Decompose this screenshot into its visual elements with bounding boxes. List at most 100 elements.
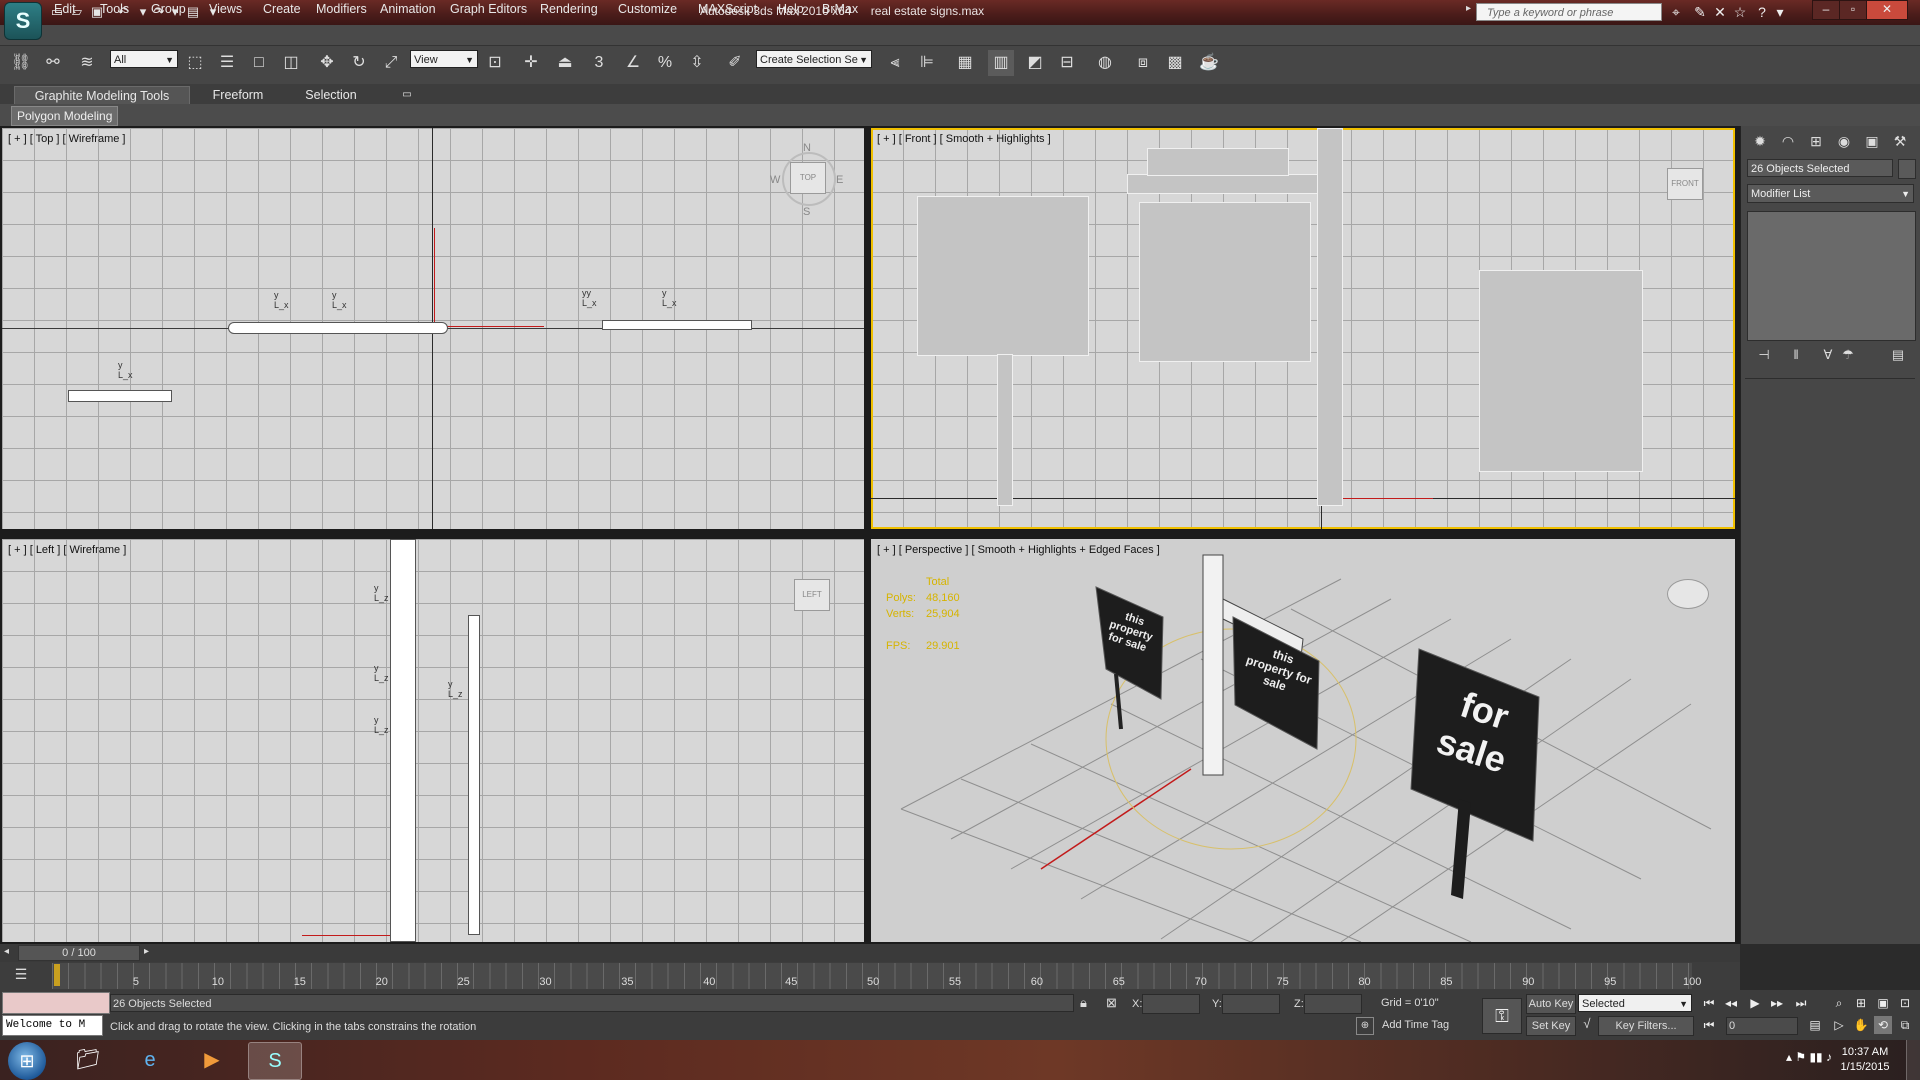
viewport-top-label[interactable]: [ + ] [ Top ] [ Wireframe ] <box>8 133 125 145</box>
rendered-frame-window-icon[interactable]: ▩ <box>1162 50 1188 76</box>
tab-selection[interactable]: Selection <box>296 86 366 104</box>
viewport-left[interactable]: [ + ] [ Left ] [ Wireframe ] y L_z y L_z y… <box>2 539 864 942</box>
viewcube[interactable]: LEFT <box>794 579 830 611</box>
maximize-viewport-icon[interactable]: ⧉ <box>1896 1016 1914 1034</box>
unlink-selection-icon[interactable]: ⚯ <box>40 50 66 76</box>
motion-tab-icon[interactable]: ◉ <box>1831 130 1857 152</box>
maxscript-mini-listener[interactable] <box>2 992 110 1014</box>
align-icon[interactable]: ⊫ <box>914 50 940 76</box>
select-by-name-icon[interactable]: ☰ <box>214 50 240 76</box>
taskbar-clock[interactable]: 10:37 AM 1/15/2015 <box>1830 1045 1900 1075</box>
go-to-end-icon[interactable]: ⏭ <box>1792 994 1810 1012</box>
select-object-icon[interactable]: ⬚ <box>182 50 208 76</box>
ribbon-options-icon[interactable]: ▭ <box>398 86 416 104</box>
show-desktop-button[interactable] <box>1906 1040 1920 1080</box>
current-frame-input[interactable]: 0 <box>1726 1017 1798 1035</box>
object-name-field[interactable]: 26 Objects Selected <box>1747 159 1893 177</box>
modifier-list-dropdown[interactable]: Modifier List ▼ <box>1747 184 1914 203</box>
select-and-manipulate-icon[interactable]: ✛ <box>518 50 544 76</box>
create-tab-icon[interactable]: ✹ <box>1747 130 1773 152</box>
z-coordinate-input[interactable] <box>1304 994 1362 1014</box>
pan-view-icon[interactable]: ✋ <box>1852 1016 1870 1034</box>
communication-icon[interactable]: ✕ <box>1710 3 1730 21</box>
app-logo-button[interactable]: S <box>4 2 42 40</box>
angle-snap-icon[interactable]: ∠ <box>620 50 646 76</box>
display-tab-icon[interactable]: ▣ <box>1859 130 1885 152</box>
minimize-button[interactable]: – <box>1812 0 1840 20</box>
graphite-toggle-icon[interactable]: ▥ <box>988 50 1014 76</box>
viewport-perspective[interactable]: [ + ] [ Perspective ] [ Smooth + Highlig… <box>871 539 1735 942</box>
edit-named-selection-icon[interactable]: ✐ <box>722 50 748 76</box>
render-setup-icon[interactable]: ⧈ <box>1130 50 1156 76</box>
subscription-icon[interactable]: ✎ <box>1690 3 1710 21</box>
bind-to-space-warp-icon[interactable]: ≋ <box>74 50 100 76</box>
set-key-button[interactable]: Set Key <box>1526 1016 1576 1036</box>
menu-graph-editors[interactable]: Graph Editors <box>450 2 527 16</box>
field-of-view-icon[interactable]: ▷ <box>1830 1016 1848 1034</box>
binoculars-icon[interactable]: ⌖ <box>1666 3 1686 21</box>
default-in-out-tangents-icon[interactable]: √ <box>1578 1016 1596 1034</box>
selection-filter-dropdown[interactable]: All ▼ <box>110 50 178 68</box>
internet-explorer-icon[interactable]: e <box>124 1042 176 1078</box>
next-frame-icon[interactable]: ▸▸ <box>1768 994 1786 1012</box>
absolute-mode-icon[interactable]: ⊠ <box>1106 995 1117 1011</box>
previous-frame-icon[interactable]: ◂◂ <box>1722 994 1740 1012</box>
viewcube[interactable]: TOP <box>790 162 826 194</box>
viewport-top[interactable]: [ + ] [ Top ] [ Wireframe ] y L_x y L_x yy… <box>2 128 864 529</box>
search-expand-icon[interactable]: ▸ <box>1466 3 1471 14</box>
show-end-result-icon[interactable]: ‖ <box>1785 346 1807 364</box>
menu-group[interactable]: Group <box>151 2 186 16</box>
open-mini-curve-editor-icon[interactable]: ☰ <box>10 966 32 984</box>
pivot-center-icon[interactable]: ⊡ <box>482 50 508 76</box>
time-slider-thumb[interactable]: 0 / 100 <box>18 945 140 961</box>
menu-animation[interactable]: Animation <box>380 2 436 16</box>
key-filters-button[interactable]: Key Filters... <box>1598 1016 1694 1036</box>
viewcube[interactable] <box>1667 579 1709 609</box>
viewport-front[interactable]: [ + ] [ Front ] [ Smooth + Highlights ] … <box>871 128 1735 529</box>
favorites-star-icon[interactable]: ☆ <box>1730 3 1750 21</box>
select-and-link-icon[interactable]: ⛓ <box>8 50 34 76</box>
play-icon[interactable]: ▶ <box>1746 994 1764 1012</box>
add-time-tag[interactable]: Add Time Tag <box>1382 1019 1449 1031</box>
tab-freeform[interactable]: Freeform <box>204 86 272 104</box>
help-icon[interactable]: ? <box>1752 3 1772 21</box>
viewcube[interactable]: FRONT <box>1667 168 1703 200</box>
render-production-icon[interactable]: ☕ <box>1196 50 1222 76</box>
material-editor-icon[interactable]: ◍ <box>1092 50 1118 76</box>
menu-brmax[interactable]: BrMax <box>822 2 858 16</box>
viewport-front-label[interactable]: [ + ] [ Front ] [ Smooth + Highlights ] <box>877 133 1051 145</box>
lock-selection-icon[interactable]: 🔒︎ <box>1080 995 1087 1011</box>
modify-tab-icon[interactable]: ◠ <box>1775 130 1801 152</box>
zoom-extents-all-icon[interactable]: ⊡ <box>1896 994 1914 1012</box>
time-slider-next-icon[interactable]: ▸ <box>144 946 149 957</box>
key-mode-toggle-icon[interactable]: ⏮ <box>1700 1016 1718 1034</box>
menu-create[interactable]: Create <box>263 2 301 16</box>
polygon-modeling-button[interactable]: Polygon Modeling <box>11 106 119 126</box>
keyboard-shortcut-override-icon[interactable]: ⏏ <box>552 50 578 76</box>
set-keys-icon[interactable]: ⚿ <box>1482 998 1522 1034</box>
rectangular-selection-icon[interactable]: □ <box>246 50 272 76</box>
zoom-extents-icon[interactable]: ▣ <box>1874 994 1892 1012</box>
tab-graphite-modeling-tools[interactable]: Graphite Modeling Tools <box>14 86 190 104</box>
select-and-scale-icon[interactable]: ⤢ <box>378 50 404 76</box>
x-coordinate-input[interactable] <box>1142 994 1200 1014</box>
file-explorer-icon[interactable]: 📁︎ <box>62 1042 114 1078</box>
time-configuration-icon[interactable]: ▤ <box>1806 1016 1824 1034</box>
schematic-view-icon[interactable]: ⊟ <box>1054 50 1080 76</box>
utilities-tab-icon[interactable]: ⚒ <box>1887 130 1913 152</box>
window-crossing-icon[interactable]: ◫ <box>278 50 304 76</box>
percent-snap-icon[interactable]: % <box>652 50 678 76</box>
modifier-stack[interactable] <box>1747 211 1916 341</box>
spinner-snap-icon[interactable]: ⇳ <box>684 50 710 76</box>
time-tag-icon[interactable]: ⊕ <box>1356 1017 1374 1035</box>
menu-maxscript[interactable]: MAXScript <box>698 2 757 16</box>
infocenter-search-input[interactable]: Type a keyword or phrase <box>1476 3 1662 21</box>
3ds-max-taskbar-icon[interactable]: S <box>248 1042 302 1080</box>
hierarchy-tab-icon[interactable]: ⊞ <box>1803 130 1829 152</box>
maxscript-listener-output[interactable]: Welcome to M <box>2 1015 103 1036</box>
remove-modifier-icon[interactable]: ☂ <box>1837 346 1859 364</box>
viewport-left-label[interactable]: [ + ] [ Left ] [ Wireframe ] <box>8 544 126 556</box>
menu-customize[interactable]: Customize <box>618 2 677 16</box>
select-and-rotate-icon[interactable]: ↻ <box>346 50 372 76</box>
zoom-icon[interactable]: ⌕ <box>1830 994 1848 1012</box>
